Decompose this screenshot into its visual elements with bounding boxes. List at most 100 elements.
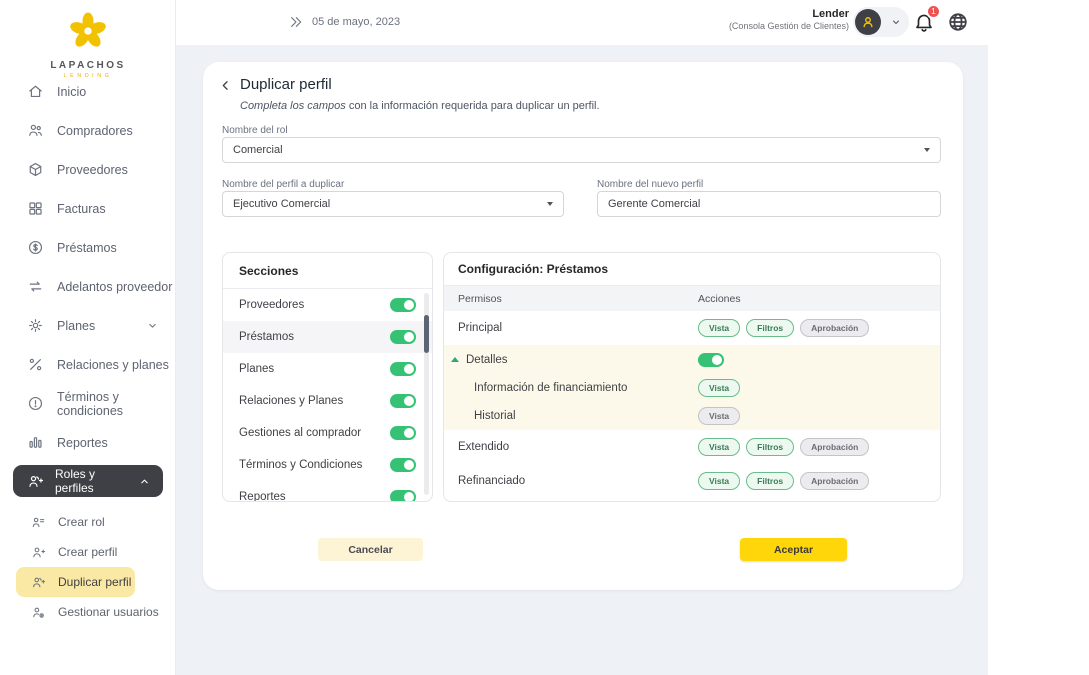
section-row-gestiones-al-comprador[interactable]: Gestiones al comprador	[223, 417, 432, 449]
section-toggle-gestiones-al-comprador[interactable]	[390, 426, 416, 440]
section-toggle-proveedores[interactable]	[390, 298, 416, 312]
box-icon	[27, 161, 44, 178]
user-gear-icon	[31, 605, 46, 620]
brand-logo: LAPACHOS LENDING	[0, 8, 176, 79]
back-chevron-icon[interactable]	[218, 78, 233, 93]
section-toggle-relaciones-y-planes[interactable]	[390, 394, 416, 408]
section-toggle-prestamos[interactable]	[390, 330, 416, 344]
page-title: Duplicar perfil	[240, 76, 332, 93]
double-chevron-right-icon[interactable]	[288, 14, 304, 30]
chip-vista[interactable]: Vista	[698, 407, 740, 425]
section-label: Préstamos	[239, 331, 294, 343]
section-row-relaciones-y-planes[interactable]: Relaciones y Planes	[223, 385, 432, 417]
chip-filtros[interactable]: Filtros	[746, 438, 794, 456]
section-row-terminos-y-condiciones[interactable]: Términos y Condiciones	[223, 449, 432, 481]
permission-label: Refinanciado	[458, 475, 525, 487]
topbar: 05 de mayo, 2023 Lender (Consola Gestión…	[176, 0, 1089, 45]
section-toggle-terminos-y-condiciones[interactable]	[390, 458, 416, 472]
section-row-proveedores[interactable]: Proveedores	[223, 289, 432, 321]
chip-vista[interactable]: Vista	[698, 379, 740, 397]
permission-row-refinanciado: Refinanciado Vista Filtros Aprobación	[444, 464, 940, 498]
source-profile-value: Ejecutivo Comercial	[233, 198, 330, 210]
exchange-icon	[27, 278, 44, 295]
sidebar-item-label: Relaciones y planes	[57, 358, 169, 372]
current-date: 05 de mayo, 2023	[312, 16, 400, 28]
sections-scrollbar[interactable]	[424, 293, 429, 495]
user-name: Lender	[729, 8, 849, 20]
sidebar-subnav: Crear rol Crear perfil Duplicar perfilGest…	[0, 507, 176, 627]
collapse-caret-icon[interactable]	[451, 357, 459, 362]
permission-label: Historial	[474, 410, 516, 422]
sidebar-subitem-duplicar-perfil[interactable]: Duplicar perfil	[16, 567, 135, 597]
sidebar-subitem-crear-rol[interactable]: Crear rol	[0, 507, 176, 537]
alert-circle-icon	[27, 395, 44, 412]
sidebar-item-roles-y-perfiles[interactable]: Roles y perfiles	[13, 465, 163, 497]
chip-aprobacion[interactable]: Aprobación	[800, 319, 869, 337]
sidebar-item-reportes[interactable]: Reportes	[0, 423, 176, 462]
section-row-planes[interactable]: Planes	[223, 353, 432, 385]
permission-label: Principal	[458, 322, 502, 334]
permission-row-detalles: Detalles	[444, 345, 940, 374]
avatar[interactable]	[855, 9, 881, 35]
chip-filtros[interactable]: Filtros	[746, 319, 794, 337]
sidebar-item-planes[interactable]: Planes	[0, 306, 176, 345]
duplicate-profile-card: Duplicar perfil Completa los campos con …	[203, 62, 963, 590]
language-globe-icon[interactable]	[947, 11, 969, 33]
sections-panel: Secciones ProveedoresPréstamosPlanesRela…	[222, 252, 433, 502]
sidebar-item-label: Roles y perfiles	[55, 467, 127, 495]
chevron-down-icon[interactable]	[890, 16, 902, 28]
accept-button[interactable]: Aceptar	[740, 538, 847, 561]
home-icon	[27, 83, 44, 100]
sidebar-item-compradores[interactable]: Compradores	[0, 111, 176, 150]
chip-aprobacion[interactable]: Aprobación	[800, 472, 869, 490]
section-toggle-planes[interactable]	[390, 362, 416, 376]
sidebar-item-adelantos-proveedor[interactable]: Adelantos proveedor	[0, 267, 176, 306]
user-plus-icon	[31, 545, 46, 560]
chip-vista[interactable]: Vista	[698, 319, 740, 337]
config-columns-header: Permisos Acciones	[444, 286, 940, 311]
section-label: Reportes	[239, 491, 286, 501]
source-profile-select[interactable]: Ejecutivo Comercial	[222, 191, 564, 217]
sidebar-item-relaciones-y-planes[interactable]: Relaciones y planes	[0, 345, 176, 384]
section-row-prestamos[interactable]: Préstamos	[223, 321, 432, 353]
permission-label: Detalles	[466, 354, 508, 366]
permission-row-informacion-de-financiamiento: Información de financiamientoVista	[444, 374, 940, 402]
sidebar-item-prestamos[interactable]: Préstamos	[0, 228, 176, 267]
sidebar-item-inicio[interactable]: Inicio	[0, 72, 176, 111]
buyers-icon	[27, 122, 44, 139]
sidebar-item-label: Préstamos	[57, 241, 117, 255]
user-menu[interactable]	[853, 7, 909, 37]
sidebar-item-label: Reportes	[57, 436, 108, 450]
new-profile-input[interactable]	[597, 191, 941, 217]
sidebar-subitem-crear-perfil[interactable]: Crear perfil	[0, 537, 176, 567]
sidebar-subitem-label: Crear perfil	[58, 545, 117, 559]
sidebar-nav: Inicio CompradoresProveedoresFacturas Prés…	[0, 72, 176, 500]
section-label: Gestiones al comprador	[239, 427, 361, 439]
source-profile-label: Nombre del perfil a duplicar	[222, 179, 344, 190]
section-label: Relaciones y Planes	[239, 395, 343, 407]
section-toggle-reportes[interactable]	[390, 490, 416, 501]
sections-scrollbar-thumb[interactable]	[424, 315, 429, 353]
sidebar-item-proveedores[interactable]: Proveedores	[0, 150, 176, 189]
percent-icon	[27, 356, 44, 373]
permission-toggle-detalles[interactable]	[698, 353, 724, 367]
chip-vista[interactable]: Vista	[698, 438, 740, 456]
sidebar: LAPACHOS LENDING Inicio CompradoresProvee…	[0, 0, 176, 675]
sidebar-item-label: Inicio	[57, 85, 86, 99]
sidebar-item-terminos-y-condiciones[interactable]: Términos y condiciones	[0, 384, 176, 423]
page-subtitle: Completa los campos con la información r…	[240, 100, 600, 112]
permission-row-extendido: ExtendidoVistaFiltrosAprobación	[444, 430, 940, 464]
chip-filtros[interactable]: Filtros	[746, 472, 794, 490]
sidebar-subitem-gestionar-usuarios[interactable]: Gestionar usuarios	[0, 597, 176, 627]
section-row-reportes[interactable]: Reportes	[223, 481, 432, 501]
sidebar-item-facturas[interactable]: Facturas	[0, 189, 176, 228]
chip-aprobacion[interactable]: Aprobación	[800, 438, 869, 456]
flower-logo-icon	[60, 8, 116, 54]
grid-icon	[27, 200, 44, 217]
user-info: Lender (Consola Gestión de Clientes)	[729, 8, 849, 31]
role-select[interactable]: Comercial	[222, 137, 941, 163]
chip-vista[interactable]: Vista	[698, 472, 740, 490]
actions-cell: Vista Filtros Aprobación	[698, 438, 869, 456]
cancel-button[interactable]: Cancelar	[318, 538, 423, 561]
permission-row-historial: Historial Vista	[444, 402, 940, 430]
